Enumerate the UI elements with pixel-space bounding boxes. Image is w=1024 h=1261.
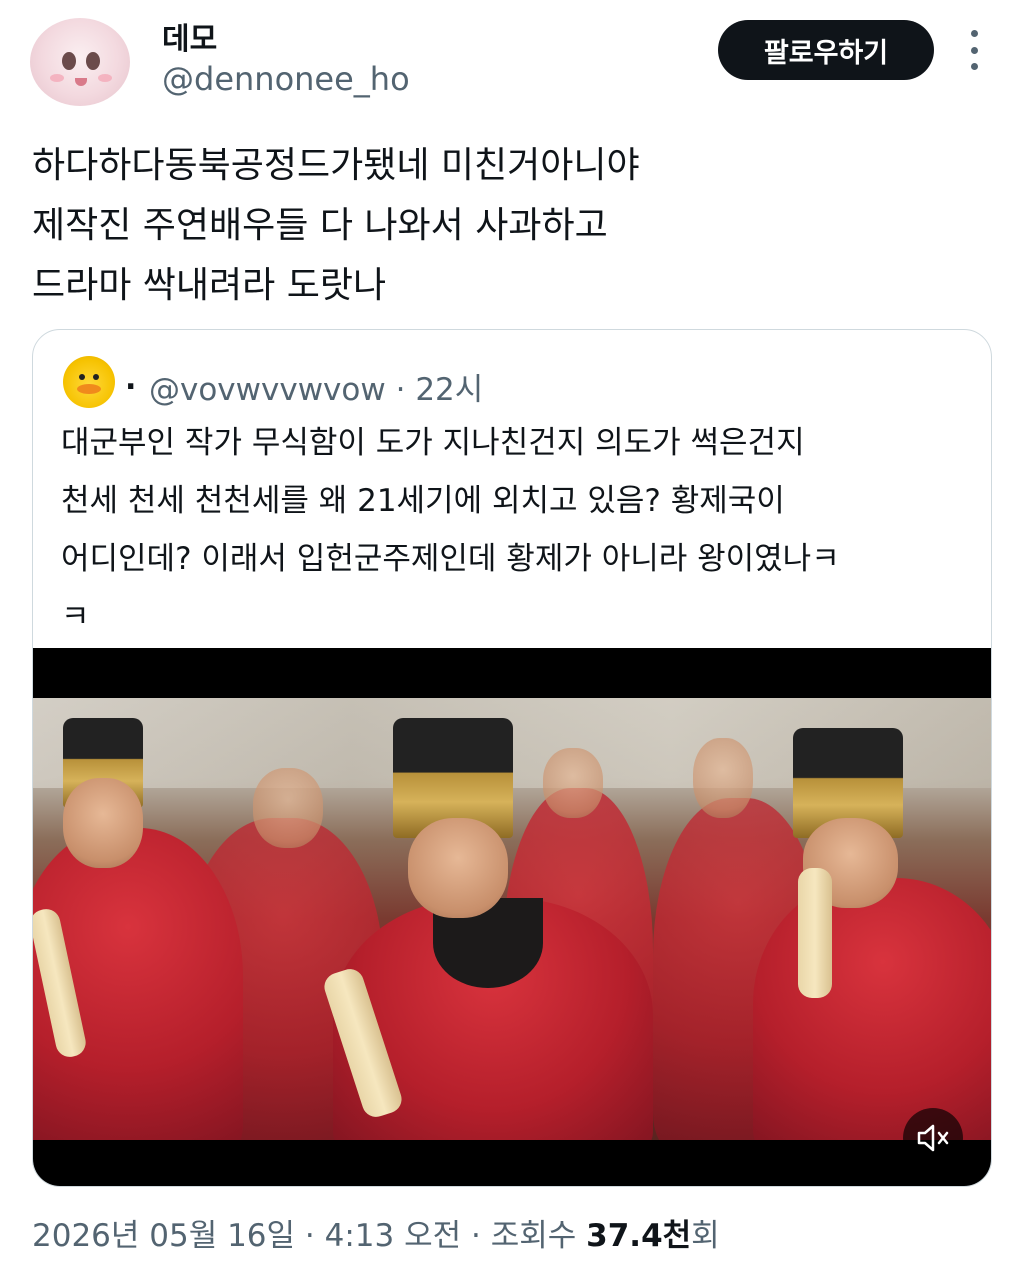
quoted-tweet-meta: @vovwvvwvow · 22시 [149,364,483,409]
quoted-tweet-time[interactable]: 22시 [415,372,483,408]
views-suffix: 회 [691,1218,720,1254]
avatar-eye [62,52,76,70]
tweet-time[interactable]: 4:13 오전 [325,1218,462,1254]
views-count[interactable]: 37.4천 [586,1218,691,1254]
author-handle[interactable]: @dennonee_ho [162,60,410,98]
video-frame [33,698,991,1140]
quoted-author-display-name[interactable]: . [125,362,136,397]
avatar-mouth [75,78,87,86]
avatar-blush [50,74,64,82]
follow-button[interactable]: 팔로우하기 [718,20,934,80]
footer-separator: · [471,1218,481,1254]
tweet-date[interactable]: 2026년 05월 16일 [32,1218,295,1254]
tweet-timestamp: 2026년 05월 16일 · 4:13 오전 · 조회수 37.4천회 [32,1210,720,1255]
tweet-text: 하다하다동북공정드가됐네 미친거아니야 제작진 주연배우들 다 나와서 사과하고… [32,145,640,306]
avatar-blush [98,74,112,82]
author-display-name[interactable]: 데모 [162,14,217,58]
views-label: 조회수 [490,1218,577,1254]
quoted-author-handle[interactable]: @vovwvvwvow [149,372,386,408]
video-player[interactable] [33,648,991,1186]
mute-speaker-icon[interactable] [903,1108,963,1168]
footer-separator: · [304,1218,315,1254]
quoted-tweet-text: 대군부인 작가 무식함이 도가 지나친건지 의도가 썩은건지 천세 천세 천천세… [61,425,840,635]
author-avatar[interactable] [30,18,130,106]
avatar-eye [86,52,100,70]
quoted-tweet-card[interactable]: . @vovwvvwvow · 22시 대군부인 작가 무식함이 도가 지나친건… [32,329,992,1187]
quoted-author-avatar[interactable] [63,356,115,408]
meta-separator: · [395,372,406,408]
more-options-icon[interactable] [966,30,982,70]
